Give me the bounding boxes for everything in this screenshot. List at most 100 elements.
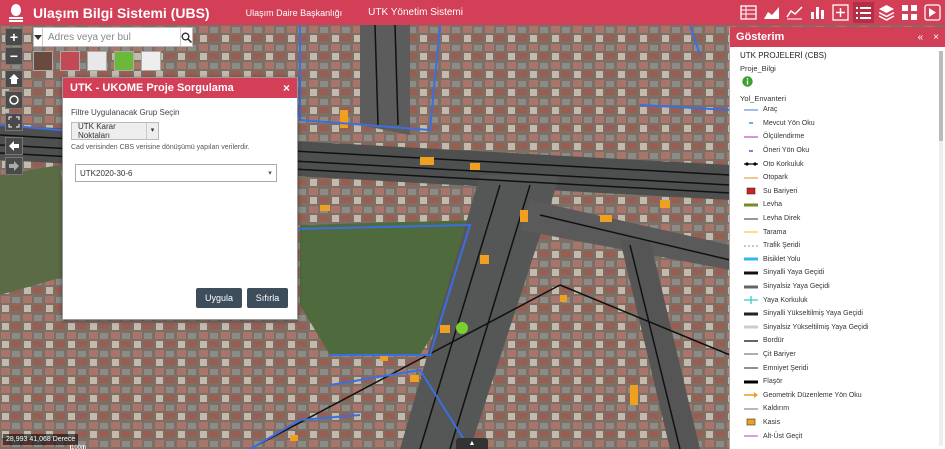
legend-scrollbar[interactable]	[939, 51, 943, 446]
basemap-grid-icon[interactable]	[899, 2, 920, 23]
sign-icon[interactable]	[922, 2, 943, 23]
legend-item: Otopark	[740, 171, 945, 185]
fullscreen-icon	[8, 116, 20, 128]
info-text: Cad verisinden CBS verisine dönüşümü yap…	[71, 144, 250, 151]
legend-item: Kasis	[740, 416, 945, 430]
legend-item: Yaya Korkuluk	[740, 293, 945, 307]
legend-section-title: UTK PROJELERİ (CBS)	[740, 51, 827, 60]
legend-body: UTK PROJELERİ (CBS) Proje_Bilgi Yol_Enva…	[730, 47, 945, 449]
legend-item-label: Alt-Üst Geçit	[763, 432, 803, 440]
legend-symbol	[743, 309, 759, 319]
legend-item-label: Sinyalli Yaya Geçidi	[763, 269, 825, 277]
legend-item-label: Yaya Korkuluk	[763, 296, 808, 304]
table-icon[interactable]	[738, 2, 759, 23]
legend-symbol	[743, 186, 759, 196]
zoom-out-button[interactable]: −	[5, 47, 23, 65]
zoom-in-button[interactable]: +	[5, 28, 23, 46]
legend-item-label: Su Bariyeri	[763, 187, 798, 195]
basemap-green-button[interactable]	[114, 51, 134, 71]
legend-item: Alt-Üst Geçit	[740, 429, 945, 443]
legend-item: Öneri Yön Oku	[740, 144, 945, 158]
legend-item-label: Sinyalli Yükseltilmiş Yaya Geçidi	[763, 310, 863, 318]
locate-button[interactable]	[5, 91, 23, 109]
chevron-down-icon	[34, 34, 42, 40]
line-chart-icon[interactable]	[784, 2, 805, 23]
legend-symbol	[743, 417, 759, 427]
legend-item-label: Kasis	[763, 418, 781, 426]
basemap-print-button[interactable]	[87, 51, 107, 71]
locate-icon	[9, 95, 19, 105]
home-icon	[9, 74, 19, 84]
legend-close-button[interactable]: ×	[933, 32, 939, 43]
legend-symbol	[743, 254, 759, 264]
project-select-value: UTK2020-30-6	[80, 168, 133, 178]
nav-link-utk[interactable]: UTK Yönetim Sistemi	[368, 7, 463, 18]
legend-panel: Gösterim « × UTK PROJELERİ (CBS) Proje_B…	[729, 27, 945, 449]
back-extent-button[interactable]	[5, 137, 23, 155]
legend-symbol	[743, 349, 759, 359]
forward-extent-button[interactable]	[5, 157, 23, 175]
app-title: Ulaşım Bilgi Sistemi (UBS)	[33, 4, 210, 21]
attribute-table-toggle[interactable]: ▲	[456, 438, 488, 449]
legend-symbol	[743, 214, 759, 224]
legend-item: Sinyalli Yaya Geçidi	[740, 266, 945, 280]
legend-item-label: Otopark	[763, 174, 788, 182]
scale-bar: 100m	[70, 445, 86, 449]
legend-item-label: Levha Direk	[763, 215, 801, 223]
legend-symbol	[743, 377, 759, 387]
legend-item: Geometrik Düzenleme Yön Oku	[740, 388, 945, 402]
legend-symbol	[743, 173, 759, 183]
legend-item: Sinyalsiz Yükseltilmiş Yaya Geçidi	[740, 321, 945, 335]
area-chart-icon[interactable]	[761, 2, 782, 23]
legend-item: Kaldırım	[740, 402, 945, 416]
basemap-satellite-button[interactable]	[33, 51, 53, 71]
legend-symbol	[743, 118, 759, 128]
arrow-right-icon	[9, 161, 19, 171]
basemap-streets-button[interactable]	[60, 51, 80, 71]
layers-icon[interactable]	[876, 2, 897, 23]
legend-item: Ölçülendirme	[740, 130, 945, 144]
add-layer-icon[interactable]	[830, 2, 851, 23]
legend-item: Oto Korkuluk	[740, 157, 945, 171]
group-select[interactable]: UTK Karar Noktaları ▾	[71, 122, 159, 140]
list-icon[interactable]	[853, 2, 874, 23]
legend-header: Gösterim « ×	[730, 27, 945, 47]
reset-button[interactable]: Sıfırla	[247, 288, 288, 308]
legend-item-label: Mevcut Yön Oku	[763, 119, 815, 127]
bar-chart-icon[interactable]	[807, 2, 828, 23]
legend-item-label: Oto Korkuluk	[763, 160, 804, 168]
dialog-title: UTK - UKOME Proje Sorgulama	[70, 82, 234, 94]
project-select[interactable]: UTK2020-30-6 ▾	[75, 164, 277, 182]
legend-symbol	[743, 200, 759, 210]
legend-item: Tarama	[740, 225, 945, 239]
fullscreen-button[interactable]	[5, 113, 23, 131]
address-search	[33, 27, 193, 47]
legend-symbol	[743, 431, 759, 441]
legend-item: Levha Direk	[740, 212, 945, 226]
legend-symbol	[743, 295, 759, 305]
legend-collapse-button[interactable]: «	[918, 32, 924, 43]
nav-link-ulasim[interactable]: Ulaşım Daire Başkanlığı	[246, 8, 343, 18]
legend-item-label: Levha	[763, 201, 783, 209]
legend-item-label: Trafik Şeridi	[763, 242, 801, 250]
legend-item-label: Öneri Yön Oku	[763, 147, 810, 155]
search-source-dropdown[interactable]	[34, 28, 43, 46]
search-input[interactable]	[43, 28, 180, 46]
group-select-value: UTK Karar Noktaları	[78, 122, 116, 140]
legend-item-label: Bordür	[763, 337, 785, 345]
basemap-switcher	[33, 51, 161, 71]
legend-item-label: Kaldırım	[763, 405, 790, 413]
basemap-light-button[interactable]	[141, 51, 161, 71]
dialog-close-button[interactable]: ×	[283, 81, 290, 95]
search-button[interactable]	[180, 28, 192, 46]
home-button[interactable]	[5, 70, 23, 88]
legend-symbol	[743, 105, 759, 115]
legend-item-label: Geometrik Düzenleme Yön Oku	[763, 391, 862, 399]
legend-item-label: Araç	[763, 106, 778, 114]
legend-symbol	[743, 282, 759, 292]
legend-item-label: Çit Bariyer	[763, 350, 796, 358]
apply-button[interactable]: Uygula	[196, 288, 242, 308]
legend-item-label: Emniyet Şeridi	[763, 364, 809, 372]
legend-item: Çit Bariyer	[740, 348, 945, 362]
search-icon	[181, 32, 192, 43]
